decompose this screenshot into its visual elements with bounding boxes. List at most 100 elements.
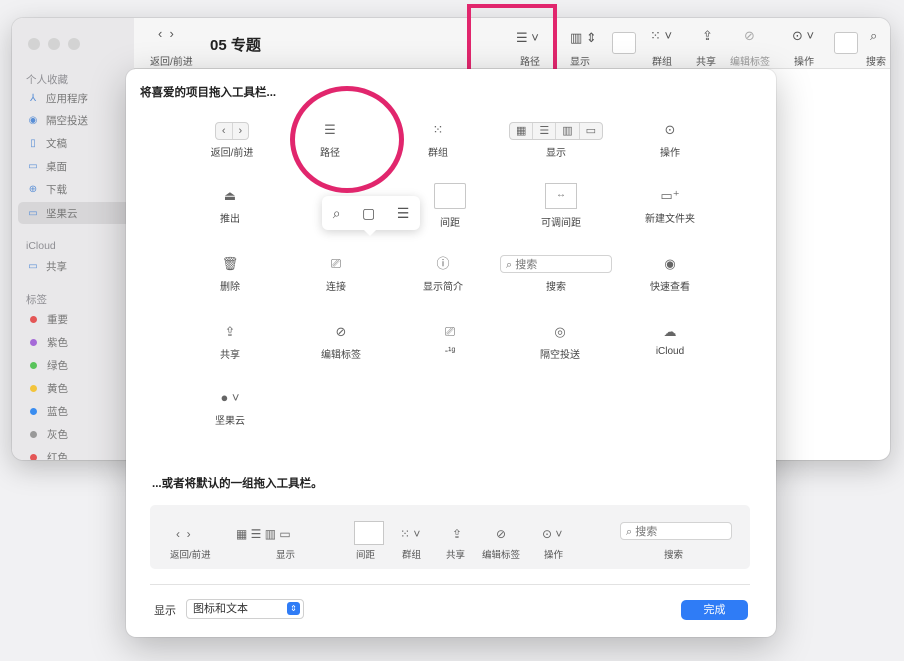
zoom-button[interactable] (68, 38, 80, 50)
search-icon[interactable]: ⌕ (870, 28, 877, 44)
sidebar-tag-important[interactable]: 重要 (18, 308, 130, 330)
item-get-info[interactable]: ⓘ 显示简介 (414, 255, 472, 293)
divider (150, 584, 750, 585)
item-new-folder[interactable]: ▭⁺ 新建文件夹 (638, 187, 702, 225)
server-icon: ⎚ (330, 256, 342, 271)
action-icon: ⊙ (664, 122, 676, 137)
airdrop-icon: ◉ (28, 114, 38, 126)
sidebar-tag-purple[interactable]: 紫色 (18, 331, 130, 353)
toolbar-search-label: 搜索 (866, 57, 886, 68)
sidebar-item-downloads[interactable]: ⊕ 下载 (18, 178, 130, 200)
toolbar-view-label: 显示 (570, 57, 590, 68)
toolbar-group-label: 群组 (652, 57, 672, 68)
comment-popover: ⌕ ▢ ☰ (322, 196, 420, 236)
item-jianguoyun[interactable]: ● ˅ 坚果云 (204, 389, 256, 427)
document-icon: ▯ (30, 137, 36, 149)
toolbar-back-forward-label: 返回/前进 (150, 57, 193, 68)
space-box (354, 521, 384, 545)
tag-dot-icon (30, 453, 37, 460)
toolbar-space-2 (834, 32, 858, 54)
item-share[interactable]: ⇪ 共享 (208, 323, 252, 361)
view-mode-icons: ▦ ☰ ▥ ▭ (508, 122, 604, 140)
icloud-icon: ☁ (663, 324, 677, 339)
share-icon: ⇪ (452, 527, 463, 541)
sidebar-tag-yellow[interactable]: 黄色 (18, 377, 130, 399)
share-icon[interactable]: ⇪ (702, 28, 713, 44)
minimize-button[interactable] (48, 38, 60, 50)
item-back-forward[interactable]: ‹ › 返回/前进 (198, 121, 266, 159)
trash-icon: 🗑 (221, 256, 239, 271)
sidebar-item-apps[interactable]: ⅄ 应用程序 (18, 87, 130, 109)
shared-folder-icon: ▭ (28, 260, 38, 272)
tag-dot-icon (30, 384, 37, 392)
tag-dot-icon (30, 407, 37, 415)
sidebar-item-airdrop[interactable]: ◉ 隔空投送 (18, 109, 130, 131)
comment-icon[interactable]: ▢ (362, 205, 375, 222)
item-icloud[interactable]: ☁ iCloud (642, 323, 698, 357)
item-view[interactable]: ▦ ☰ ▥ ▭ 显示 (494, 121, 618, 159)
tag-icon: ⊘ (335, 324, 347, 339)
display-icon: ⎚ (444, 324, 456, 339)
share-icon: ⇪ (224, 324, 236, 339)
info-icon: ⓘ (436, 256, 450, 271)
highlight-circle (290, 86, 404, 193)
tag-dot-icon (30, 361, 37, 369)
back-forward-icon: ‹ › (176, 527, 191, 541)
tag-icon: ⊘ (496, 527, 507, 541)
action-icon[interactable]: ⊙ ˅ (792, 28, 814, 44)
sidebar-tag-gray[interactable]: 灰色 (18, 423, 130, 445)
chevron-updown-icon: ⇕ (287, 602, 300, 615)
group-icon[interactable]: ⁙ ˅ (650, 28, 672, 44)
item-flexible-space[interactable]: ↔ 可调间距 (526, 183, 596, 229)
close-button[interactable] (28, 38, 40, 50)
item-eject[interactable]: ⏏ 推出 (208, 187, 252, 225)
show-label: 显示 (154, 605, 176, 617)
sidebar: 个人收藏 ⅄ 应用程序 ◉ 隔空投送 ▯ 文稿 ▭ 桌面 ⊕ 下载 ▭ 坚果云 iCloud… (12, 18, 135, 460)
tag-dot-icon (30, 338, 37, 346)
search-icon: ⌕ (626, 526, 636, 538)
note-icon[interactable]: ☰ (397, 205, 410, 222)
item-group[interactable]: ⁙ 群组 (416, 121, 460, 159)
done-button[interactable]: 完成 (681, 600, 748, 620)
toolbar-share-label: 共享 (696, 57, 716, 68)
search-icon: ⌕ (506, 259, 516, 271)
apps-icon: ⅄ (29, 92, 37, 104)
sidebar-tag-blue[interactable]: 蓝色 (18, 400, 130, 422)
item-quick-look[interactable]: ◉ 快速查看 (642, 255, 698, 293)
tag-icon[interactable]: ⊘ (744, 28, 755, 44)
sidebar-item-shared[interactable]: ▭ 共享 (18, 255, 130, 277)
item-space[interactable]: 间距 (428, 183, 472, 229)
search-field-preview: ⌕ 搜索 (620, 522, 732, 540)
back-forward-icon[interactable]: ‹ › (158, 26, 174, 41)
tag-dot-icon (30, 430, 37, 438)
favorites-header: 个人收藏 (26, 74, 68, 86)
item-action[interactable]: ⊙ 操作 (648, 121, 692, 159)
item-delete[interactable]: 🗑 删除 (208, 255, 252, 293)
customize-toolbar-sheet: 将喜爱的项目拖入工具栏... ‹ › 返回/前进 ☰ 路径 ⁙ 群组 ▦ ☰ ▥ ▭ 显… (126, 69, 776, 637)
sidebar-item-jianguoyun[interactable]: ▭ 坚果云 (18, 202, 130, 224)
item-airdrop[interactable]: ◎ 隔空投送 (528, 323, 592, 361)
sidebar-tag-red[interactable]: 红色 (18, 446, 130, 460)
sidebar-item-desktop[interactable]: ▭ 桌面 (18, 155, 130, 177)
item-search[interactable]: ⌕ 搜索 搜索 (500, 255, 612, 293)
back-forward-icon: ‹ › (214, 122, 250, 140)
eye-icon: ◉ (664, 256, 676, 271)
search-icon[interactable]: ⌕ (333, 205, 341, 222)
item-connect[interactable]: ⎚ 连接 (314, 255, 358, 293)
show-mode-select[interactable]: 图标和文本 ⇕ (186, 599, 304, 619)
folder-icon: ▭ (28, 207, 38, 219)
sidebar-tag-green[interactable]: 绿色 (18, 354, 130, 376)
window-title: 05 专题 (210, 37, 261, 54)
group-icon: ⁙ ˅ (400, 527, 421, 541)
sheet-title: 将喜爱的项目拖入工具栏... (140, 87, 277, 99)
item-edit-tags[interactable]: ⊘ 编辑标签 (310, 323, 372, 361)
toolbar-action-label: 操作 (794, 57, 814, 68)
desktop-icon: ▭ (28, 160, 38, 172)
search-field-preview: ⌕ 搜索 (500, 255, 612, 273)
view-columns-icon[interactable]: ▥ ⇕ (570, 30, 597, 46)
default-toolbar-set[interactable]: ‹ › 返回/前进 ▦ ☰ ▥ ▭ 显示 间距 ⁙ ˅ 群组 ⇪ 共享 ⊘ 编辑… (150, 505, 750, 569)
item-partial[interactable]: ⎚ -¹ᵍ (428, 323, 472, 357)
sidebar-item-documents[interactable]: ▯ 文稿 (18, 132, 130, 154)
tags-header: 标签 (26, 294, 47, 306)
airdrop-icon: ◎ (554, 324, 566, 339)
